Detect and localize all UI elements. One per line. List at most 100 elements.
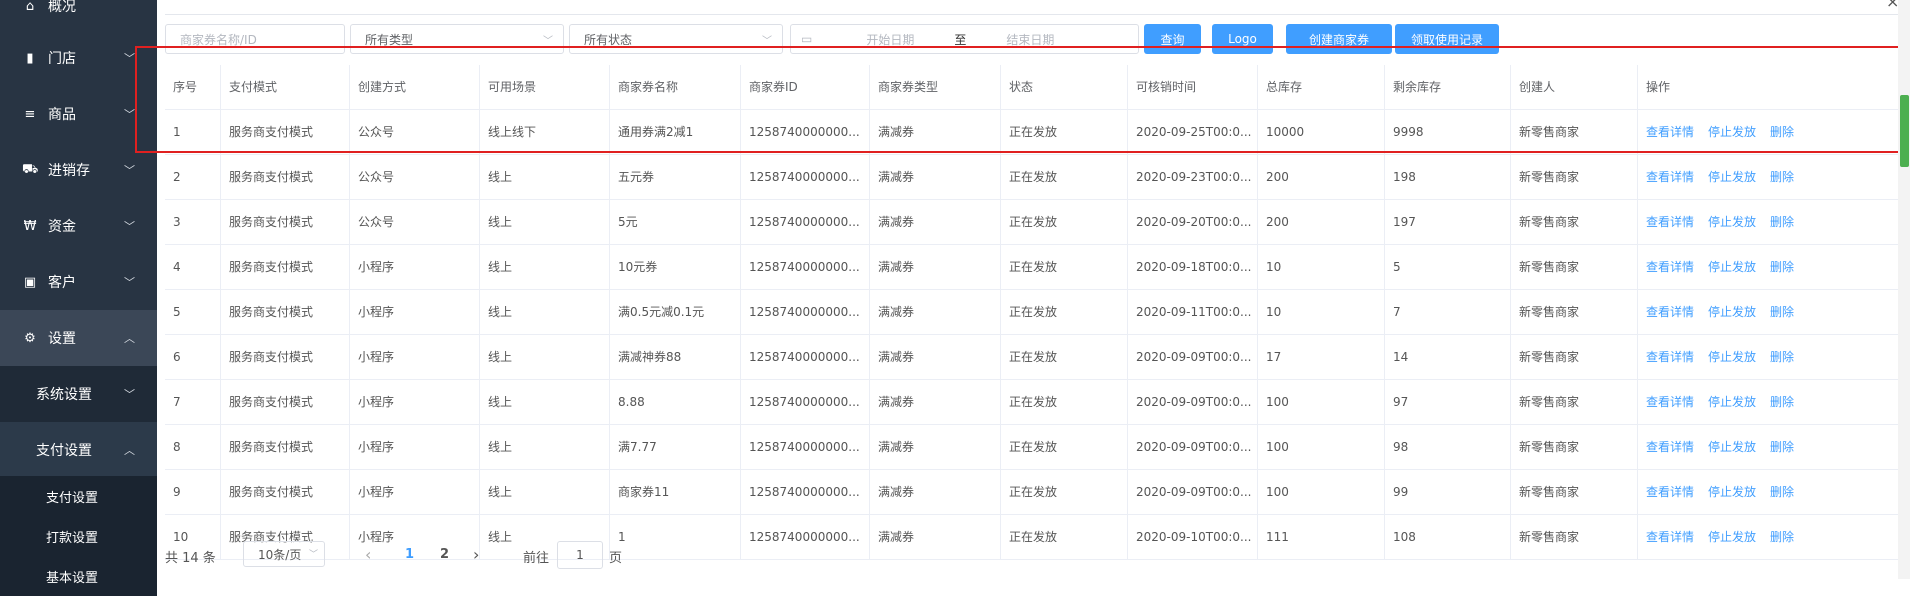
coupon-search-input[interactable]: 商家券名称/ID xyxy=(165,24,345,54)
table-cell: 线上 xyxy=(480,290,610,335)
table-cell: 线上线下 xyxy=(480,110,610,155)
table-cell: 新零售商家 xyxy=(1511,335,1638,380)
table-cell: 小程序 xyxy=(350,245,480,290)
stop-issuing-link[interactable]: 停止发放 xyxy=(1708,485,1756,499)
prev-page-button[interactable]: ‹ xyxy=(365,545,371,564)
table-row: 8 服务商支付模式 小程序 线上 满7.77 1258740000000... 满减券 正在发… xyxy=(165,425,1910,470)
sidebar-item-settings[interactable]: ⚙ 设置 ︿ xyxy=(0,310,157,366)
table-cell: 4 xyxy=(165,245,221,290)
sidebar-leaf-label: 打款设置 xyxy=(46,530,99,546)
sidebar-sub-payment-settings[interactable]: 支付设置 ︿ xyxy=(0,422,157,478)
table-cell: 97 xyxy=(1385,380,1511,425)
sidebar-leaf-payment-settings[interactable]: 支付设置 xyxy=(0,476,157,516)
table-cell: 1 xyxy=(165,110,221,155)
delete-link[interactable]: 删除 xyxy=(1770,125,1794,139)
table-cell: 8.88 xyxy=(610,380,741,425)
idcard-icon: ▣ xyxy=(23,274,37,290)
delete-link[interactable]: 删除 xyxy=(1770,440,1794,454)
delete-link[interactable]: 删除 xyxy=(1770,305,1794,319)
view-details-link[interactable]: 查看详情 xyxy=(1646,260,1694,274)
start-date-placeholder: 开始日期 xyxy=(866,32,915,47)
view-details-link[interactable]: 查看详情 xyxy=(1646,305,1694,319)
sidebar: ⌂ 概况 ▮ 门店 ﹀ ≡ 商品 ﹀ ⛟ 进销存 ﹀ ₩ 资金 ﹀ ▣ 客户 ﹀… xyxy=(0,0,157,596)
table-cell: 5 xyxy=(165,290,221,335)
view-details-link[interactable]: 查看详情 xyxy=(1646,395,1694,409)
table-cell: 14 xyxy=(1385,335,1511,380)
table-cell: 正在发放 xyxy=(1001,470,1128,515)
close-icon[interactable]: × xyxy=(1886,0,1899,11)
table-cell: 8 xyxy=(165,425,221,470)
stop-issuing-link[interactable]: 停止发放 xyxy=(1708,125,1756,139)
sidebar-item-funds[interactable]: ₩ 资金 ﹀ xyxy=(0,198,157,254)
delete-link[interactable]: 删除 xyxy=(1770,395,1794,409)
row-actions: 查看详情 停止发放 删除 xyxy=(1638,515,1910,560)
scrollbar-thumb[interactable] xyxy=(1900,95,1909,167)
sidebar-item-goods[interactable]: ≡ 商品 ﹀ xyxy=(0,86,157,142)
view-details-link[interactable]: 查看详情 xyxy=(1646,485,1694,499)
goto-page-value: 1 xyxy=(576,548,584,562)
type-select[interactable]: 所有类型 ﹀ xyxy=(350,24,564,54)
page-size-select[interactable]: 10条/页 ﹀ xyxy=(243,541,325,567)
table-cell: 新零售商家 xyxy=(1511,155,1638,200)
table-cell: 通用券满2减1 xyxy=(610,110,741,155)
home-icon: ⌂ xyxy=(25,0,35,14)
page-2-button[interactable]: 2 xyxy=(440,547,449,562)
table-cell: 满减券 xyxy=(870,155,1001,200)
delete-link[interactable]: 删除 xyxy=(1770,170,1794,184)
delete-link[interactable]: 删除 xyxy=(1770,530,1794,544)
stop-issuing-link[interactable]: 停止发放 xyxy=(1708,215,1756,229)
row-actions: 查看详情 停止发放 删除 xyxy=(1638,290,1910,335)
goto-page-input[interactable]: 1 xyxy=(557,541,603,569)
table-cell: 9 xyxy=(165,470,221,515)
goto-label: 前往 xyxy=(523,551,550,566)
sidebar-sub-system-settings[interactable]: 系统设置 ﹀ xyxy=(0,366,157,422)
status-select[interactable]: 所有状态 ﹀ xyxy=(569,24,783,54)
table-cell: 公众号 xyxy=(350,200,480,245)
chevron-up-icon: ︿ xyxy=(124,444,135,457)
stop-issuing-link[interactable]: 停止发放 xyxy=(1708,170,1756,184)
table-cell: 小程序 xyxy=(350,380,480,425)
claim-records-button[interactable]: 领取使用记录 xyxy=(1395,24,1499,54)
sidebar-leaf-basic-settings[interactable]: 基本设置 xyxy=(0,556,157,596)
view-details-link[interactable]: 查看详情 xyxy=(1646,170,1694,184)
sidebar-item-store[interactable]: ▮ 门店 ﹀ xyxy=(0,30,157,86)
delete-link[interactable]: 删除 xyxy=(1770,215,1794,229)
sidebar-leaf-transfer-settings[interactable]: 打款设置 xyxy=(0,516,157,556)
sidebar-item-label: 资金 xyxy=(48,219,76,235)
sidebar-item-inventory[interactable]: ⛟ 进销存 ﹀ xyxy=(0,142,157,198)
view-details-link[interactable]: 查看详情 xyxy=(1646,530,1694,544)
table-cell: 小程序 xyxy=(350,470,480,515)
stop-issuing-link[interactable]: 停止发放 xyxy=(1708,260,1756,274)
table-cell: 1258740000000... xyxy=(741,335,870,380)
stop-issuing-link[interactable]: 停止发放 xyxy=(1708,530,1756,544)
table-row: 6 服务商支付模式 小程序 线上 满减神券88 1258740000000... 满减券 正在… xyxy=(165,335,1910,380)
stop-issuing-link[interactable]: 停止发放 xyxy=(1708,440,1756,454)
chevron-down-icon: ﹀ xyxy=(543,36,553,47)
create-coupon-button[interactable]: 创建商家券 xyxy=(1286,24,1392,54)
delete-link[interactable]: 删除 xyxy=(1770,350,1794,364)
table-cell: 正在发放 xyxy=(1001,200,1128,245)
stop-issuing-link[interactable]: 停止发放 xyxy=(1708,350,1756,364)
date-range-picker[interactable]: ▭ 开始日期 至 结束日期 xyxy=(790,24,1139,54)
stop-issuing-link[interactable]: 停止发放 xyxy=(1708,395,1756,409)
table-cell: 2 xyxy=(165,155,221,200)
stop-issuing-link[interactable]: 停止发放 xyxy=(1708,305,1756,319)
view-details-link[interactable]: 查看详情 xyxy=(1646,125,1694,139)
page-1-button[interactable]: 1 xyxy=(405,547,414,562)
next-page-button[interactable]: › xyxy=(473,545,479,564)
scrollbar[interactable] xyxy=(1898,0,1910,579)
delete-link[interactable]: 删除 xyxy=(1770,485,1794,499)
delete-link[interactable]: 删除 xyxy=(1770,260,1794,274)
sidebar-item-customer[interactable]: ▣ 客户 ﹀ xyxy=(0,254,157,310)
query-button[interactable]: 查询 xyxy=(1144,24,1201,54)
view-details-link[interactable]: 查看详情 xyxy=(1646,215,1694,229)
view-details-link[interactable]: 查看详情 xyxy=(1646,350,1694,364)
chevron-down-icon: ﹀ xyxy=(124,164,135,177)
table-cell: 1258740000000... xyxy=(741,155,870,200)
chevron-down-icon: ﹀ xyxy=(124,52,135,65)
table-cell: 1258740000000... xyxy=(741,290,870,335)
sidebar-item-overview[interactable]: ⌂ 概况 xyxy=(0,0,157,34)
view-details-link[interactable]: 查看详情 xyxy=(1646,440,1694,454)
logo-button[interactable]: Logo xyxy=(1212,24,1273,54)
table-cell: 6 xyxy=(165,335,221,380)
